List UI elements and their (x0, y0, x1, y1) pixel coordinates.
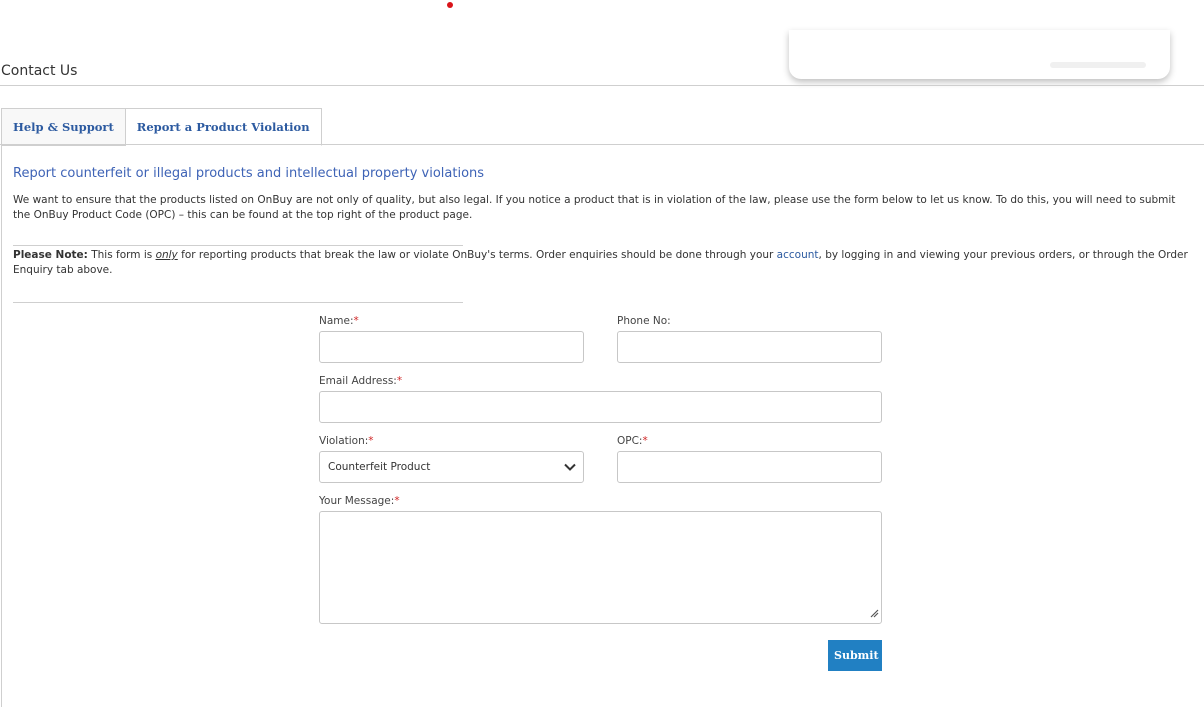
message-label-text: Your Message: (319, 495, 395, 507)
title-divider (0, 85, 1204, 86)
required-mark: * (353, 315, 359, 327)
note-part-2: for reporting products that break the la… (177, 249, 777, 261)
popup-placeholder-bar (1050, 62, 1146, 68)
required-mark: * (396, 375, 403, 387)
opc-label-text: OPC: (617, 435, 643, 447)
resize-handle-icon[interactable] (869, 608, 879, 621)
opc-input[interactable] (617, 451, 882, 483)
notification-dot (447, 2, 453, 8)
note-part-1: This form is (87, 249, 156, 261)
tab-help-support[interactable]: Help & Support (1, 108, 126, 146)
violation-label: Violation:* (319, 435, 374, 447)
note-emphasis: only (155, 249, 178, 261)
required-mark: * (394, 495, 400, 507)
email-input[interactable] (319, 391, 882, 423)
note-divider-bottom (13, 302, 463, 303)
intro-text: We want to ensure that the products list… (13, 194, 1176, 221)
phone-label: Phone No: (617, 315, 671, 327)
name-label-text: Name: (319, 315, 354, 327)
email-label-text: Email Address: (319, 375, 397, 387)
note-label: Please Note: (13, 249, 88, 261)
required-mark: * (368, 435, 374, 447)
account-link[interactable]: account (777, 249, 819, 261)
violation-select[interactable]: Counterfeit Product (319, 451, 584, 483)
dropdown-popup (789, 30, 1170, 79)
required-mark: * (642, 435, 648, 447)
tab-report-violation[interactable]: Report a Product Violation (125, 108, 322, 146)
violation-label-text: Violation: (319, 435, 369, 447)
name-input[interactable] (319, 331, 584, 363)
section-heading: Report counterfeit or illegal products a… (13, 166, 485, 181)
tab-bar: Help & Support Report a Product Violatio… (1, 108, 322, 146)
page-title: Contact Us (1, 63, 78, 79)
panel-left-border (1, 144, 2, 707)
phone-input[interactable] (617, 331, 882, 363)
submit-button[interactable]: Submit (828, 640, 882, 671)
message-label: Your Message:* (319, 495, 400, 507)
note-divider-top (13, 245, 463, 246)
name-label: Name:* (319, 315, 359, 327)
email-label: Email Address:* (319, 375, 402, 387)
opc-label: OPC:* (617, 435, 648, 447)
chevron-down-icon (563, 460, 577, 477)
note-text: Please Note: This form is only for repor… (13, 248, 1193, 278)
message-textarea[interactable] (319, 511, 882, 624)
panel-top-border (0, 144, 1204, 145)
violation-selected-value: Counterfeit Product (328, 461, 431, 473)
